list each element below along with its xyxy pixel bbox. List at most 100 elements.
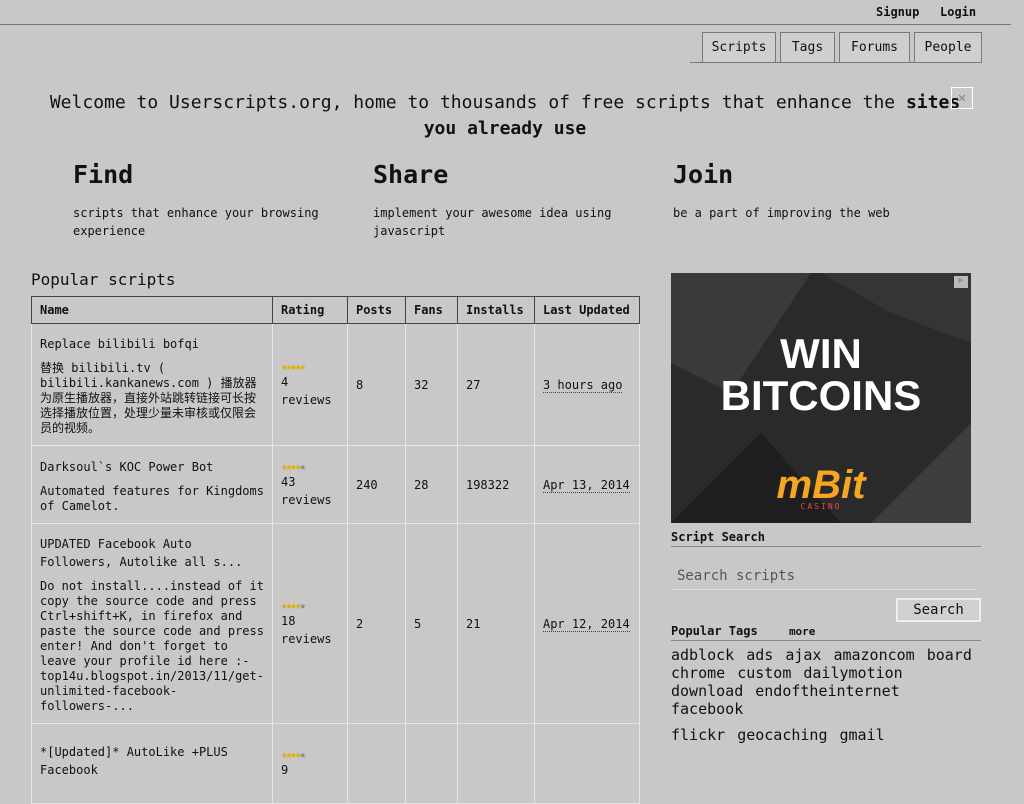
tag-spacer	[671, 718, 991, 726]
last-updated-cell: Apr 12, 2014	[533, 523, 640, 724]
installs-cell: 21	[456, 523, 535, 724]
tag-link[interactable]: endoftheinternet	[755, 682, 900, 700]
posts-cell	[346, 723, 406, 804]
tag-link[interactable]: geocaching	[737, 726, 827, 744]
reviews-count: 18 reviews	[280, 613, 332, 646]
script-name-cell: UPDATED Facebook Auto Followers, Autolik…	[31, 523, 273, 724]
script-name-cell: *[Updated]* AutoLike +PLUS Facebook	[31, 723, 273, 804]
tag-link[interactable]: download	[671, 682, 743, 700]
script-description: Automated features for Kingdoms of Camel…	[40, 483, 264, 513]
installs-cell: 27	[456, 323, 535, 446]
column-header-rating[interactable]: Rating	[271, 296, 348, 324]
star-rating: ★★★★★	[281, 359, 339, 373]
tag-link[interactable]: custom	[737, 664, 791, 682]
tag-link[interactable]: flickr	[671, 726, 725, 744]
tag-link[interactable]: gmail	[840, 726, 885, 744]
feature-title: Join	[673, 160, 734, 189]
posts-cell: 240	[346, 445, 406, 524]
feature-join: Join be a part of improving the web	[673, 160, 933, 222]
script-name-link[interactable]: *[Updated]* AutoLike +PLUS Facebook	[40, 745, 228, 777]
star-rating: ★★★★★	[281, 598, 339, 612]
tab-scripts[interactable]: Scripts	[702, 32, 776, 62]
search-input[interactable]	[671, 562, 977, 590]
script-search-title: Script Search	[671, 530, 981, 547]
table-row: Replace bilibili bofqi 替换 bilibili.tv ( b…	[31, 323, 640, 446]
reviews-count: 9	[280, 762, 289, 777]
tag-link[interactable]: adblock	[671, 646, 734, 664]
tabs-divider	[690, 62, 982, 63]
search-button[interactable]: Search	[896, 598, 981, 622]
last-updated-cell	[533, 723, 640, 804]
popular-scripts-table: Name Rating Posts Fans Installs Last Upd…	[31, 296, 640, 804]
ad-title: WIN BITCOINS	[671, 333, 971, 417]
popular-scripts-title: Popular scripts	[31, 270, 176, 289]
reviews-count: 4 reviews	[280, 374, 332, 407]
script-description: 替换 bilibili.tv ( bilibili.kankanews.com …	[40, 361, 257, 435]
rating-cell: ★★★★★ 18 reviews	[271, 523, 348, 724]
tag-link[interactable]: dailymotion	[803, 664, 902, 682]
tag-link[interactable]: amazoncom	[833, 646, 914, 664]
script-name-link[interactable]: Replace bilibili bofqi	[40, 337, 199, 351]
ad-choices-icon[interactable]: ▷	[954, 276, 968, 288]
rating-cell: ★★★★★ 43 reviews	[271, 445, 348, 524]
star-icon: ★	[299, 459, 305, 473]
more-tags-link[interactable]: more	[789, 625, 816, 638]
tab-people[interactable]: People	[914, 32, 982, 62]
fans-cell: 5	[404, 523, 458, 724]
feature-desc: scripts that enhance your browsing exper…	[73, 206, 319, 238]
script-description: Do not install....instead of it copy the…	[40, 579, 264, 713]
feature-title: Find	[73, 160, 134, 189]
star-icon: ★	[299, 747, 305, 761]
feature-share: Share implement your awesome idea using …	[373, 160, 633, 240]
feature-find: Find scripts that enhance your browsing …	[73, 160, 333, 240]
tag-cloud: adblock ads ajax amazoncom board chrome custom…	[671, 646, 991, 744]
column-header-name[interactable]: Name	[31, 296, 273, 324]
column-header-posts[interactable]: Posts	[346, 296, 406, 324]
star-rating: ★★★★★	[281, 747, 339, 761]
ad-title-line1: WIN	[780, 330, 862, 377]
feature-desc: implement your awesome idea using javasc…	[373, 206, 612, 238]
star-icon: ★	[299, 598, 305, 612]
tab-tags[interactable]: Tags	[780, 32, 835, 62]
table-row: UPDATED Facebook Auto Followers, Autolik…	[31, 523, 640, 724]
posts-cell: 8	[346, 323, 406, 446]
tag-link[interactable]: board	[927, 646, 972, 664]
column-header-fans[interactable]: Fans	[404, 296, 458, 324]
top-bar: Signup Login	[0, 0, 1011, 25]
table-row: Darksoul`s KOC Power Bot Automated featur…	[31, 445, 640, 524]
star-icon: ★	[299, 359, 305, 373]
tab-forums[interactable]: Forums	[839, 32, 910, 62]
last-updated-cell: Apr 13, 2014	[533, 445, 640, 524]
script-name-link[interactable]: Darksoul`s KOC Power Bot	[40, 460, 213, 474]
column-header-last-updated[interactable]: Last Updated	[533, 296, 640, 324]
welcome-text: Welcome to Userscripts.org, home to thou…	[49, 92, 896, 113]
table-row: *[Updated]* AutoLike +PLUS Facebook ★★★★★…	[31, 723, 640, 804]
ad-brand-sub: CASINO	[800, 502, 842, 511]
popular-tags-title: Popular Tags	[671, 624, 758, 638]
table-header-row: Name Rating Posts Fans Installs Last Upd…	[31, 296, 640, 324]
main-tabs: Scripts Tags Forums People	[702, 32, 982, 62]
welcome-banner: Welcome to Userscripts.org, home to thou…	[40, 90, 970, 142]
last-updated-cell: 3 hours ago	[533, 323, 640, 446]
rating-cell: ★★★★★ 4 reviews	[271, 323, 348, 446]
script-name-link[interactable]: UPDATED Facebook Auto Followers, Autolik…	[40, 537, 242, 569]
tag-link[interactable]: ads	[746, 646, 773, 664]
ad-banner[interactable]: ▷ WIN BITCOINS mBit CASINO	[671, 273, 971, 523]
last-updated-date: Apr 13, 2014	[542, 477, 630, 493]
login-link[interactable]: Login	[940, 5, 976, 19]
signup-link[interactable]: Signup	[876, 5, 919, 19]
column-header-installs[interactable]: Installs	[456, 296, 535, 324]
reviews-count: 43 reviews	[280, 474, 332, 507]
tag-link[interactable]: ajax	[785, 646, 821, 664]
installs-cell: 198322	[456, 445, 535, 524]
fans-cell: 32	[404, 323, 458, 446]
fans-cell: 28	[404, 445, 458, 524]
last-updated-date: 3 hours ago	[542, 377, 623, 393]
close-icon[interactable]: ✕	[951, 87, 973, 109]
feature-title: Share	[373, 160, 449, 189]
tag-link[interactable]: facebook	[671, 700, 743, 718]
popular-tags-header: Popular Tags more	[671, 624, 981, 641]
ad-title-line2: BITCOINS	[720, 372, 922, 419]
tag-link[interactable]: chrome	[671, 664, 725, 682]
installs-cell	[456, 723, 535, 804]
